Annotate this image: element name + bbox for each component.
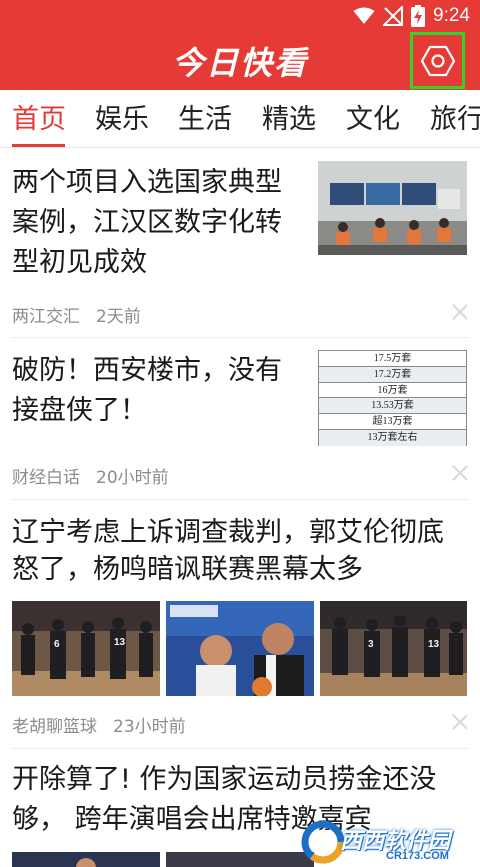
article-source: 老胡聊篮球 [12,717,97,737]
active-tab-indicator [12,144,65,147]
tab-culture[interactable]: 文化 [346,100,400,140]
article-image[interactable] [166,852,314,867]
svg-text:3: 3 [368,639,374,650]
article-title-line[interactable]: 接盘侠了！ [12,391,147,431]
article-title-line[interactable]: 型初见成效 [12,243,147,283]
article-image[interactable]: 3 13 [320,601,467,696]
dismiss-icon[interactable] [452,304,468,320]
article-time: 2天前 [96,307,141,327]
article-meta: 老胡聊篮球 23小时前 [12,712,186,737]
tab-life[interactable]: 生活 [178,100,232,140]
tab-home[interactable]: 首页 [12,100,66,140]
article-image[interactable] [12,852,160,867]
app-title: 今日快看 [171,44,308,82]
status-time: 9:24 [433,5,470,26]
tab-featured[interactable]: 精选 [262,100,316,140]
article-title-line[interactable]: 破防！西安楼市，没有 [12,351,282,391]
dismiss-icon[interactable] [452,465,468,481]
divider [12,748,468,749]
table-row: 16万套 [319,383,466,399]
category-tabs: 首页 娱乐 生活 精选 文化 旅行 [0,90,480,148]
divider [12,499,468,500]
status-icons: 9:24 [353,4,470,28]
svg-text:13: 13 [428,639,440,650]
svg-text:6: 6 [54,639,60,650]
table-row: 17.2万套 [319,366,466,383]
table-row: 13.53万套 [319,398,466,415]
article-source: 财经白话 [12,468,80,488]
article-meta: 两江交汇 2天前 [12,302,141,327]
article-source: 两江交汇 [12,307,80,327]
svg-text:13: 13 [114,637,126,648]
article-title-line[interactable]: 怒了，杨鸣暗讽联赛黑幕太多 [12,550,363,590]
no-signal-icon [383,6,404,26]
article-time: 20小时前 [96,468,169,488]
tab-entertainment[interactable]: 娱乐 [95,100,149,140]
article-title-line[interactable]: 案例，江汉区数字化转 [12,203,282,243]
watermark-url: CR173.COM [386,850,449,862]
table-row: 17.5万套 [319,351,466,367]
table-row: 超13万套 [319,414,466,430]
article-thumbnail[interactable] [318,161,467,255]
settings-hexagon-icon [420,45,455,76]
app-bar: 今日快看 [0,32,480,90]
article-title-line[interactable]: 开除算了! 作为国家运动员捞金还没 [12,760,436,800]
article-meta: 财经白话 20小时前 [12,463,169,488]
settings-button[interactable] [410,32,465,89]
battery-charging-icon [411,5,426,27]
article-image[interactable]: 6 13 [12,601,160,696]
article-time: 23小时前 [113,717,186,737]
article-title-line[interactable]: 两个项目入选国家典型 [12,163,282,203]
status-bar: 9:24 [0,0,480,32]
article-image[interactable] [166,601,314,696]
divider [12,337,468,338]
wifi-icon [353,7,375,24]
tab-travel[interactable]: 旅行 [430,100,480,140]
article-title-line[interactable]: 辽宁考虑上诉调查裁判，郭艾伦彻底 [12,513,444,553]
site-watermark: 西西软件园 CR173.COM [300,817,480,867]
article-thumbnail-table[interactable]: 17.5万套 17.2万套 16万套 13.53万套 超13万套 13万套左右 [318,350,467,446]
table-row: 13万套左右 [319,429,466,446]
dismiss-icon[interactable] [452,714,468,730]
